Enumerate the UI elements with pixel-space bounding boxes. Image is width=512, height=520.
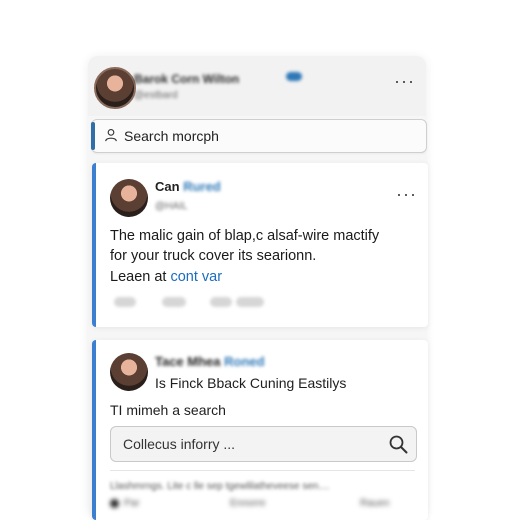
post-text-line-1: The malic gain of blap,c alsaf-wire mact… <box>110 228 380 244</box>
post-link-line: Leaen at cont var <box>110 269 222 285</box>
avatar[interactable] <box>110 353 148 391</box>
search-field[interactable] <box>110 426 417 462</box>
author-highlight: Rured <box>183 179 221 194</box>
more-options-icon[interactable]: ··· <box>394 72 415 90</box>
footer-text: Llashmrngs. Lite c lle sep tgewlilatheve… <box>110 481 330 492</box>
author-name: Can <box>155 179 180 194</box>
post-card[interactable]: Can Rured @HAIL ··· The malic gain of bl… <box>92 163 428 327</box>
link-prefix: Leaen at <box>110 269 171 285</box>
avatar[interactable] <box>94 67 136 109</box>
avatar <box>110 499 119 508</box>
avatar[interactable] <box>110 179 148 217</box>
post-text-line-2: for your truck cover its searionn. <box>110 248 317 264</box>
profile-name: Barok Corn Wilton <box>134 72 240 86</box>
like-action-icon[interactable] <box>210 297 232 307</box>
footer-label-a: Par <box>124 498 140 509</box>
verified-badge <box>286 72 302 81</box>
search-bar[interactable]: Search morcph <box>91 119 427 153</box>
post-author[interactable]: Tace Mhea Roned <box>155 354 265 369</box>
repost-action-icon[interactable] <box>162 297 186 307</box>
post-link[interactable]: cont var <box>170 269 222 285</box>
search-input[interactable] <box>121 433 375 455</box>
user-icon <box>105 129 117 142</box>
footer-label-c: Rauen <box>360 498 390 509</box>
search-accent <box>91 122 95 150</box>
post-handle: @HAIL <box>155 201 188 212</box>
post-author[interactable]: Can Rured <box>155 179 221 194</box>
share-action-icon[interactable] <box>236 297 264 307</box>
profile-handle: @estbard <box>134 90 178 101</box>
search-label: Search morcph <box>124 128 219 144</box>
post-title: Is Finck Bback Cuning Eastilys <box>155 375 347 391</box>
profile-header: Barok Corn Wilton @estbard ··· <box>88 56 426 116</box>
divider <box>110 470 415 471</box>
author-highlight: Roned <box>224 354 265 369</box>
post-subtitle: TI mimeh a search <box>110 402 226 418</box>
footer-label-b: Ennorre <box>230 498 266 509</box>
reply-action-icon[interactable] <box>114 297 136 307</box>
footer-row: Par Ennorre Rauen <box>110 498 415 512</box>
more-options-icon[interactable]: ··· <box>396 185 417 203</box>
post-card[interactable]: Tace Mhea Roned Is Finck Bback Cuning Ea… <box>92 340 428 520</box>
search-icon[interactable] <box>388 434 408 454</box>
author-name: Tace Mhea <box>155 354 221 369</box>
